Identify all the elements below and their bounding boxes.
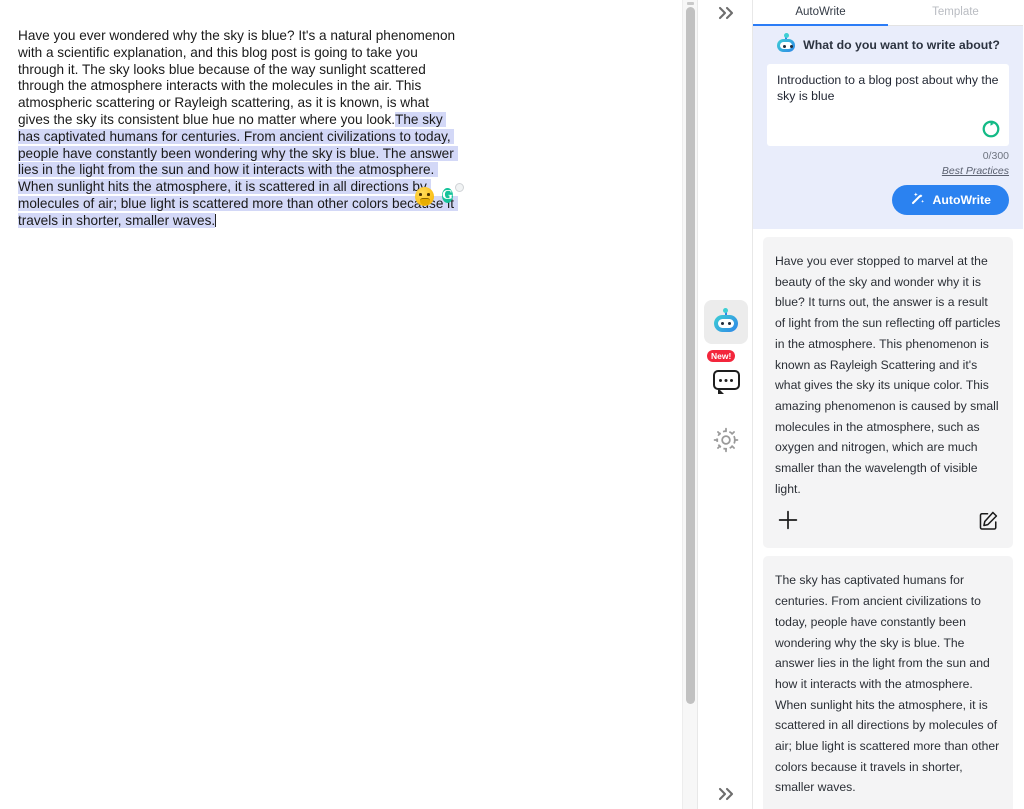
tab-template[interactable]: Template [888,0,1023,25]
document-scrollbar[interactable] [682,0,697,809]
magic-wand-icon [910,191,925,209]
scrollbar-thumb[interactable] [686,7,695,704]
document-editor[interactable]: Have you ever wondered why the sky is bl… [0,0,697,809]
robot-icon [713,308,739,333]
results-list: Have you ever stopped to marvel at the b… [753,229,1023,809]
autowrite-panel: AutoWrite Template What do you want to w… [753,0,1023,809]
result-card[interactable]: The sky has captivated humans for centur… [763,556,1013,809]
best-practices-link[interactable]: Best Practices [767,165,1009,177]
result-text: The sky has captivated humans for centur… [775,573,1000,795]
grammarly-letter: G [442,188,453,203]
chat-bubble-icon [712,370,740,394]
document-text[interactable]: Have you ever wondered why the sky is bl… [18,28,461,230]
prompt-input-box[interactable]: Introduction to a blog post about why th… [767,64,1009,146]
new-badge: New! [707,350,736,362]
chevron-double-right-icon-bottom[interactable] [698,781,754,807]
editor-badges: G [415,183,464,206]
character-counter: 0/300 [982,150,1009,162]
result-card-actions [775,499,1001,542]
plus-icon[interactable] [777,509,799,536]
edit-square-icon[interactable] [978,510,999,536]
result-card[interactable]: Have you ever stopped to marvel at the b… [763,237,1013,549]
refresh-circle-icon[interactable] [982,120,1000,138]
autowrite-button-label: AutoWrite [932,193,991,207]
rail-icon-list: New! [698,300,754,464]
text-caret [215,213,217,227]
prompt-header: What do you want to write about? [767,33,1009,54]
document-unselected-text: Have you ever wondered why the sky is bl… [18,28,459,127]
prompt-input-value[interactable]: Introduction to a blog post about why th… [777,72,999,104]
rail-item-chat[interactable]: New! [704,350,748,404]
document-selected-text: The sky has captivated humans for centur… [18,111,458,228]
app-root: Have you ever wondered why the sky is bl… [0,0,1024,809]
chevron-double-right-icon-top[interactable] [698,0,754,26]
tab-autowrite[interactable]: AutoWrite [753,0,888,26]
rail-item-autowrite[interactable] [704,300,748,344]
panel-tabs: AutoWrite Template [753,0,1023,26]
thinking-face-emoji[interactable] [415,186,434,206]
autowrite-button[interactable]: AutoWrite [892,185,1009,215]
result-card-actions [775,798,1001,809]
autowrite-button-row: AutoWrite [767,185,1009,215]
rail-item-settings[interactable] [704,420,748,464]
prompt-title: What do you want to write about? [803,38,1000,52]
gear-icon [712,426,740,459]
scrollbar-track-marker [687,2,694,5]
sidebar-icon-rail: New! [697,0,753,809]
grammarly-alert-badge [455,183,464,192]
grammarly-logo-icon[interactable]: G [442,183,464,206]
result-text: Have you ever stopped to marvel at the b… [775,254,1001,496]
prompt-card: What do you want to write about? Introdu… [753,26,1023,229]
robot-icon-prompt [776,33,796,54]
